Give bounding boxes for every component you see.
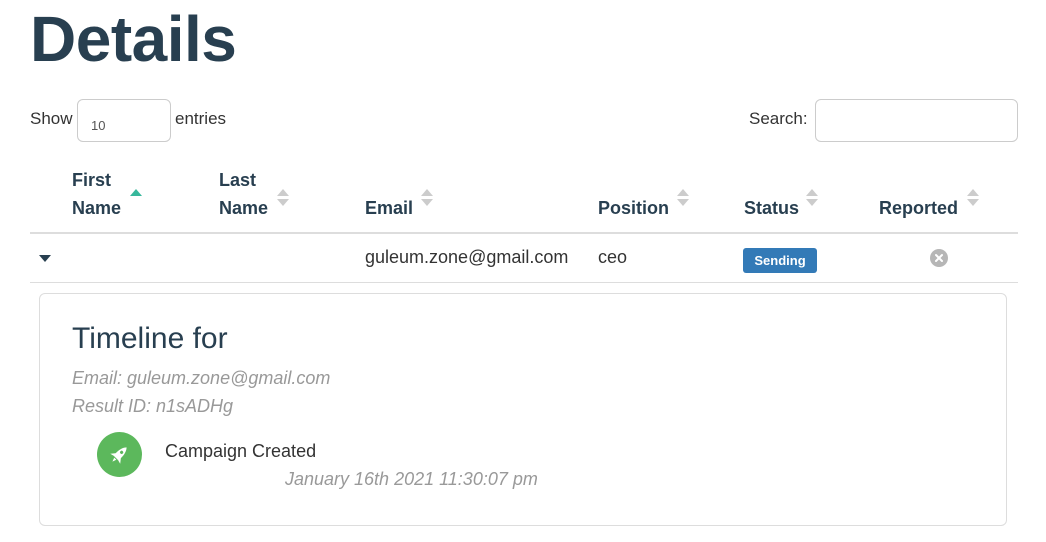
column-header-last-name[interactable]: Last Name [219, 166, 268, 222]
position-cell: ceo [598, 247, 628, 267]
search-label: Search: [749, 109, 808, 128]
event-timestamp: January 16th 2021 11:30:07 pm [285, 469, 538, 489]
entries-select[interactable]: 10 [77, 99, 171, 142]
sort-ascending-icon [130, 189, 142, 207]
sort-icon [421, 189, 433, 207]
timeline-result-id: Result ID: n1sADHg [72, 396, 234, 416]
sort-icon [277, 189, 289, 207]
status-badge: Sending [743, 248, 817, 273]
row-divider [30, 282, 1018, 283]
sort-icon [806, 189, 818, 207]
entries-label: entries [175, 109, 227, 128]
timeline-title: Timeline for [72, 322, 228, 355]
event-label: Campaign Created [165, 441, 317, 461]
column-header-first-name[interactable]: First Name [72, 166, 121, 222]
caret-down-icon[interactable] [39, 255, 51, 262]
page-title: Details [30, 3, 237, 75]
header-divider [30, 232, 1018, 234]
sort-icon [677, 189, 689, 207]
timeline-email: Email: guleum.zone@gmail.com [72, 368, 331, 388]
email-cell: guleum.zone@gmail.com [365, 247, 569, 267]
sort-icon [967, 189, 979, 207]
search-input[interactable] [815, 99, 1018, 142]
column-header-position[interactable]: Position [598, 194, 669, 222]
column-header-reported[interactable]: Reported [879, 194, 958, 222]
rocket-icon [97, 432, 142, 477]
times-circle-icon [930, 249, 948, 267]
show-label: Show [30, 109, 73, 128]
column-header-status[interactable]: Status [744, 194, 799, 222]
column-header-email[interactable]: Email [365, 194, 413, 222]
